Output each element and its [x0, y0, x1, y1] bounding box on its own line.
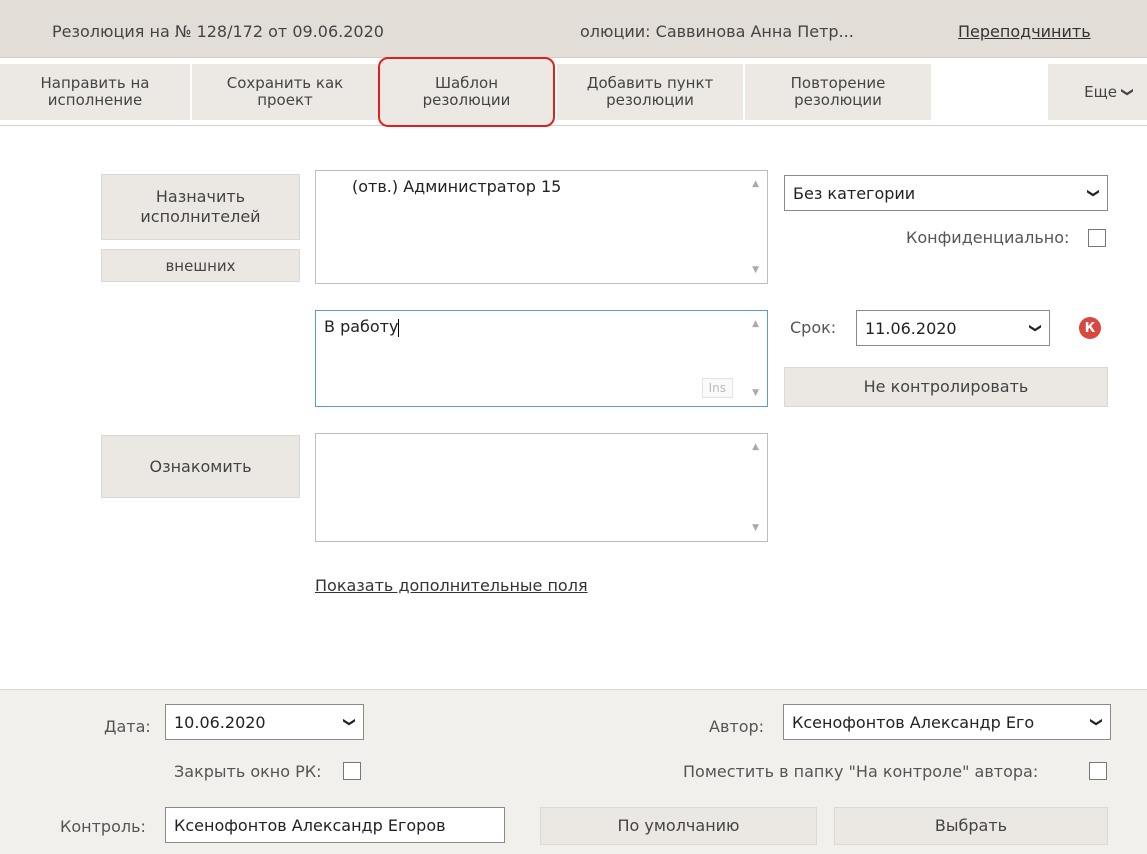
- repeat-resolution-button[interactable]: Повторение резолюции: [745, 64, 931, 120]
- familiarize-list[interactable]: ▲ ▼: [315, 433, 768, 542]
- add-resolution-item-label: Добавить пункт резолюции: [586, 74, 714, 109]
- choose-button[interactable]: Выбрать: [834, 807, 1108, 845]
- reassign-link[interactable]: Переподчинить: [958, 22, 1091, 41]
- toolbar: Направить на исполнение Сохранить как пр…: [0, 57, 1147, 127]
- resolution-text: В работу: [324, 317, 399, 336]
- no-control-label: Не контролировать: [863, 377, 1029, 396]
- repeat-resolution-label: Повторение резолюции: [790, 74, 886, 109]
- chevron-down-icon: ❯: [342, 716, 357, 728]
- assign-executors-label: Назначить исполнителей: [140, 187, 261, 226]
- text-cursor: [398, 318, 400, 337]
- scroll-down-icon[interactable]: ▼: [752, 388, 759, 398]
- date-value: 10.06.2020: [174, 712, 266, 732]
- window-title: Резолюция на № 128/172 от 09.06.2020: [52, 22, 384, 41]
- choose-label: Выбрать: [934, 816, 1008, 835]
- scroll-up-icon[interactable]: ▲: [752, 442, 759, 452]
- scroll-down-icon[interactable]: ▼: [752, 523, 759, 533]
- chevron-down-icon: ❯: [1120, 86, 1135, 98]
- send-for-execution-label: Направить на исполнение: [40, 74, 150, 109]
- no-control-button[interactable]: Не контролировать: [784, 367, 1108, 407]
- chevron-down-icon: ❯: [1028, 322, 1043, 334]
- default-button[interactable]: По умолчанию: [540, 807, 817, 845]
- default-label: По умолчанию: [617, 816, 740, 835]
- author-label: Автор:: [709, 717, 765, 736]
- more-menu-button[interactable]: Еще ❯: [1048, 64, 1147, 120]
- close-rk-label: Закрыть окно РК:: [174, 762, 322, 781]
- chevron-down-icon: ❯: [1089, 716, 1104, 728]
- executors-list[interactable]: (отв.) Администратор 15 ▲ ▼: [315, 170, 768, 284]
- save-as-draft-label: Сохранить как проект: [226, 74, 344, 109]
- more-label: Еще: [1084, 83, 1117, 101]
- author-select[interactable]: Ксенофонтов Александр Его ❯: [783, 704, 1111, 740]
- confidential-label: Конфиденциально:: [906, 228, 1070, 247]
- close-rk-checkbox[interactable]: [343, 762, 361, 780]
- deadline-date-select[interactable]: 11.06.2020 ❯: [856, 310, 1050, 346]
- put-in-folder-label: Поместить в папку "На контроле" автора:: [683, 762, 1039, 781]
- insert-mode-badge: Ins: [701, 378, 733, 398]
- resolution-template-button[interactable]: Шаблон резолюции: [378, 57, 555, 127]
- familiarize-button[interactable]: Ознакомить: [101, 435, 300, 498]
- control-field[interactable]: Ксенофонтов Александр Егоров: [165, 807, 505, 843]
- resolution-author-info: олюции: Саввинова Анна Петр...: [580, 22, 854, 41]
- title-bar: Резолюция на № 128/172 от 09.06.2020 олю…: [0, 0, 1147, 58]
- confidential-checkbox[interactable]: [1088, 229, 1106, 247]
- executor-entry: (отв.) Администратор 15: [352, 177, 562, 196]
- assign-executors-button[interactable]: Назначить исполнителей: [101, 174, 300, 240]
- external-executors-label: внешних: [165, 256, 236, 275]
- deadline-value: 11.06.2020: [865, 318, 957, 338]
- date-select[interactable]: 10.06.2020 ❯: [165, 704, 364, 740]
- control-label: Контроль:: [60, 817, 146, 836]
- familiarize-label: Ознакомить: [149, 456, 252, 476]
- scroll-up-icon[interactable]: ▲: [752, 319, 759, 329]
- external-executors-button[interactable]: внешних: [101, 249, 300, 282]
- save-as-draft-button[interactable]: Сохранить как проект: [192, 64, 378, 120]
- add-resolution-item-button[interactable]: Добавить пункт резолюции: [557, 64, 743, 120]
- put-in-folder-checkbox[interactable]: [1089, 762, 1107, 780]
- scroll-up-icon[interactable]: ▲: [752, 179, 759, 189]
- resolution-template-label: Шаблон резолюции: [422, 74, 511, 109]
- chevron-down-icon: ❯: [1086, 187, 1101, 199]
- control-value: Ксенофонтов Александр Егоров: [174, 815, 446, 835]
- show-additional-fields-link[interactable]: Показать дополнительные поля: [315, 576, 588, 595]
- category-value: Без категории: [793, 183, 916, 203]
- scroll-down-icon[interactable]: ▼: [752, 265, 759, 275]
- author-value: Ксенофонтов Александр Его: [792, 712, 1035, 732]
- resolution-text-area[interactable]: В работу Ins ▲ ▼: [315, 310, 768, 407]
- control-k-icon[interactable]: К: [1079, 317, 1101, 339]
- send-for-execution-button[interactable]: Направить на исполнение: [0, 64, 190, 120]
- category-select[interactable]: Без категории ❯: [784, 175, 1108, 211]
- deadline-label: Срок:: [790, 318, 837, 337]
- date-label: Дата:: [104, 717, 151, 736]
